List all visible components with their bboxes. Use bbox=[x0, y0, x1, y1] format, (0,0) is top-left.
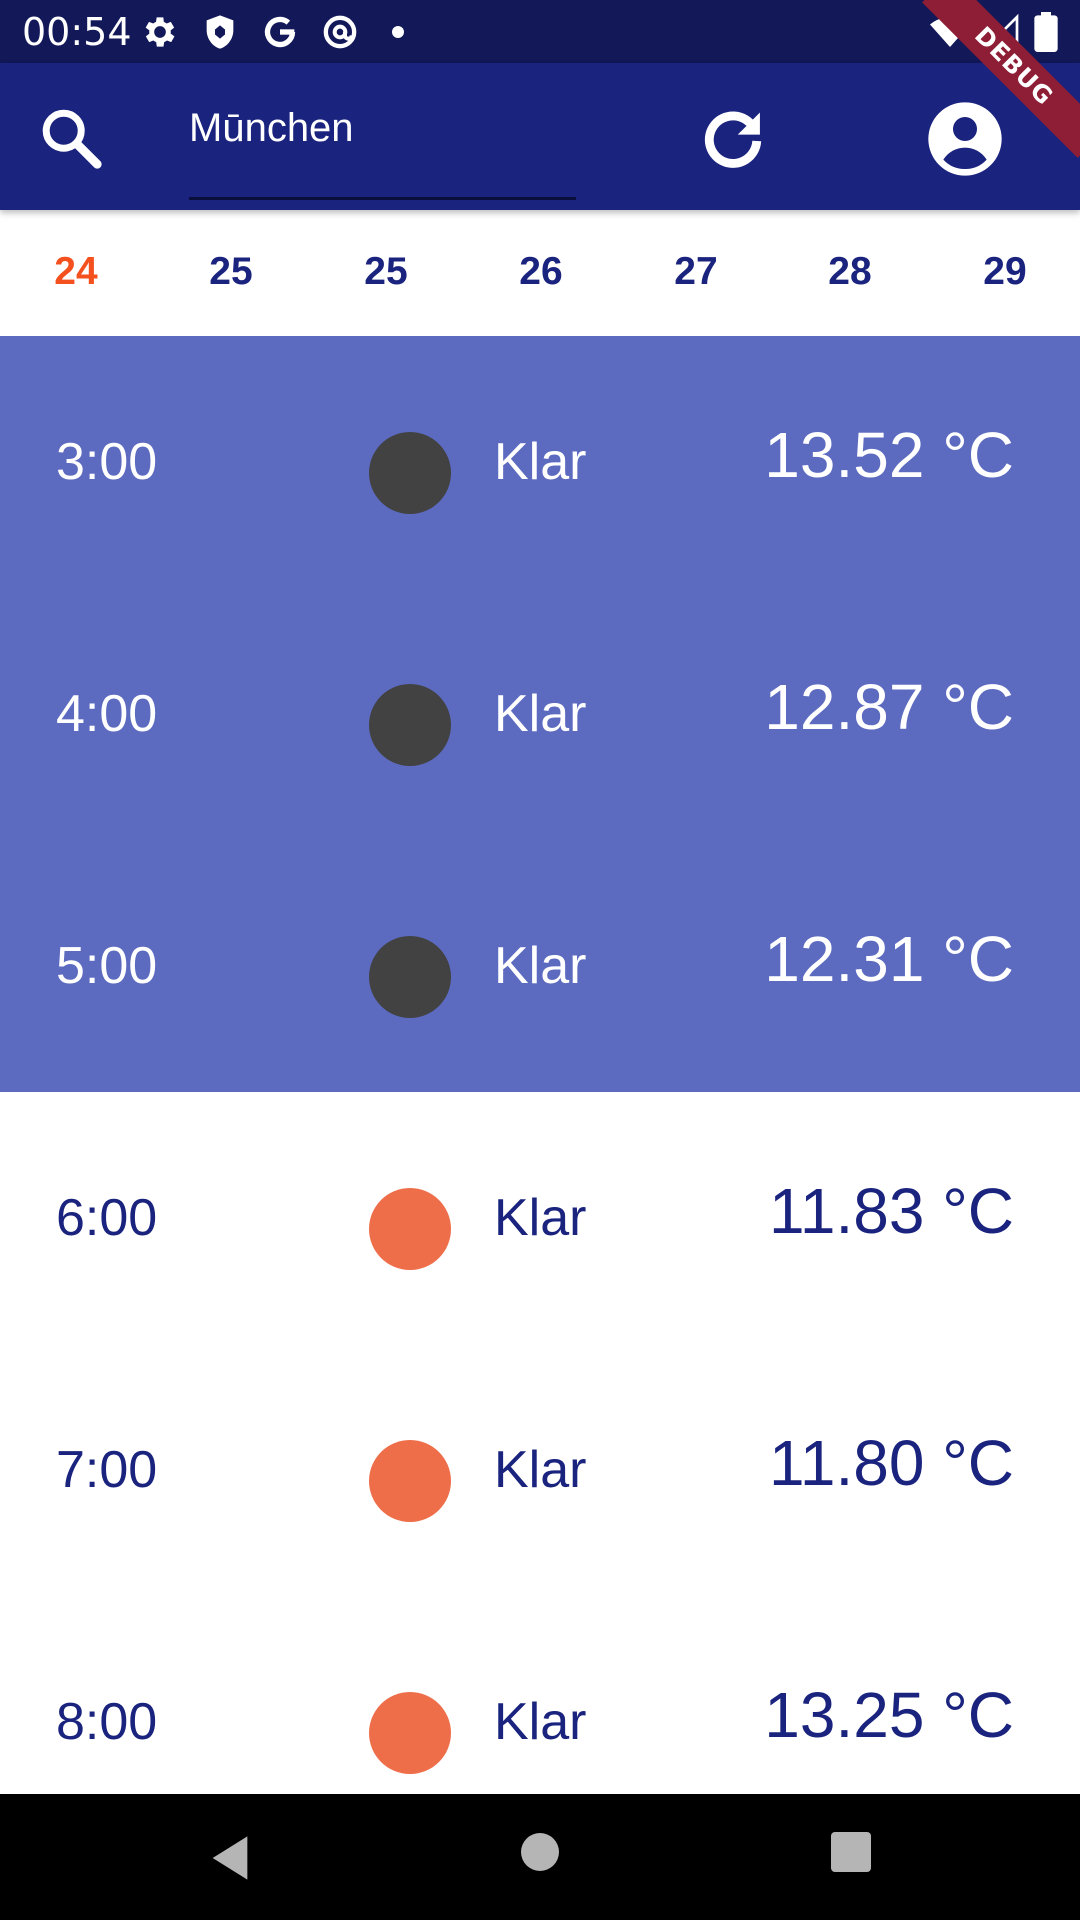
refresh-icon[interactable] bbox=[695, 103, 771, 179]
signal-icon bbox=[984, 13, 1019, 49]
hour-condition: Klar bbox=[494, 433, 587, 491]
date-tab[interactable]: 28 bbox=[810, 250, 890, 294]
hour-condition: Klar bbox=[494, 685, 587, 743]
dot-icon bbox=[392, 26, 404, 38]
app-bar bbox=[0, 63, 1080, 210]
google-icon bbox=[264, 16, 296, 48]
sun-icon bbox=[369, 1188, 451, 1270]
sun-icon bbox=[369, 1692, 451, 1774]
search-icon[interactable] bbox=[36, 103, 106, 173]
date-tab[interactable]: 26 bbox=[501, 250, 581, 294]
home-icon[interactable] bbox=[521, 1833, 559, 1871]
sun-icon bbox=[369, 1440, 451, 1522]
date-tab[interactable]: 29 bbox=[965, 250, 1045, 294]
account-circle-icon[interactable] bbox=[925, 99, 1005, 179]
hour-condition: Klar bbox=[494, 937, 587, 995]
shield-icon bbox=[206, 15, 234, 49]
date-tabs: 24 25 25 26 27 28 29 bbox=[0, 210, 1080, 336]
city-input-underline bbox=[189, 197, 576, 200]
hour-temperature: 11.80 °C bbox=[769, 1427, 1014, 1499]
status-bar: 00:54 bbox=[0, 0, 1080, 63]
hour-condition: Klar bbox=[494, 1189, 587, 1247]
hour-row: 7:00 Klar 11.80 °C bbox=[0, 1344, 1080, 1596]
hour-time: 4:00 bbox=[56, 685, 158, 743]
moon-icon bbox=[369, 684, 451, 766]
hour-time: 8:00 bbox=[56, 1693, 158, 1751]
hour-temperature: 13.25 °C bbox=[764, 1679, 1014, 1751]
wifi-icon bbox=[930, 17, 970, 47]
recents-icon[interactable] bbox=[831, 1832, 871, 1872]
hour-temperature: 12.31 °C bbox=[764, 923, 1014, 995]
moon-icon bbox=[369, 936, 451, 1018]
battery-icon bbox=[1034, 12, 1058, 52]
hour-time: 5:00 bbox=[56, 937, 158, 995]
date-tab[interactable]: 25 bbox=[191, 250, 271, 294]
status-icons-right bbox=[930, 10, 1058, 54]
hour-row: 5:00 Klar 12.31 °C bbox=[0, 840, 1080, 1092]
hour-row: 3:00 Klar 13.52 °C bbox=[0, 336, 1080, 588]
system-nav-bar bbox=[0, 1794, 1080, 1920]
hour-time: 3:00 bbox=[56, 433, 158, 491]
status-icons-left bbox=[140, 10, 404, 54]
moon-icon bbox=[369, 432, 451, 514]
hour-time: 7:00 bbox=[56, 1441, 158, 1499]
at-sign-icon bbox=[323, 15, 357, 49]
hour-condition: Klar bbox=[494, 1441, 587, 1499]
hourly-forecast-list[interactable]: 3:00 Klar 13.52 °C 4:00 Klar 12.87 °C 5:… bbox=[0, 336, 1080, 1794]
gear-icon bbox=[145, 17, 175, 47]
date-tab[interactable]: 24 bbox=[36, 250, 116, 294]
hour-time: 6:00 bbox=[56, 1189, 158, 1247]
hour-condition: Klar bbox=[494, 1693, 587, 1751]
hour-temperature: 12.87 °C bbox=[764, 671, 1014, 743]
date-tab[interactable]: 27 bbox=[656, 250, 736, 294]
date-tab[interactable]: 25 bbox=[346, 250, 426, 294]
hour-temperature: 13.52 °C bbox=[764, 419, 1014, 491]
hour-row: 8:00 Klar 13.25 °C bbox=[0, 1596, 1080, 1794]
weather-screen: 00:54 DEBUG Mūnchen 24 25 25 26 27 28 29… bbox=[0, 0, 1080, 1920]
hour-temperature: 11.83 °C bbox=[769, 1175, 1014, 1247]
hour-row: 4:00 Klar 12.87 °C bbox=[0, 588, 1080, 840]
status-time: 00:54 bbox=[22, 10, 132, 54]
city-search-input[interactable] bbox=[189, 99, 574, 157]
hour-row: 6:00 Klar 11.83 °C bbox=[0, 1092, 1080, 1344]
back-icon[interactable] bbox=[204, 1832, 256, 1884]
